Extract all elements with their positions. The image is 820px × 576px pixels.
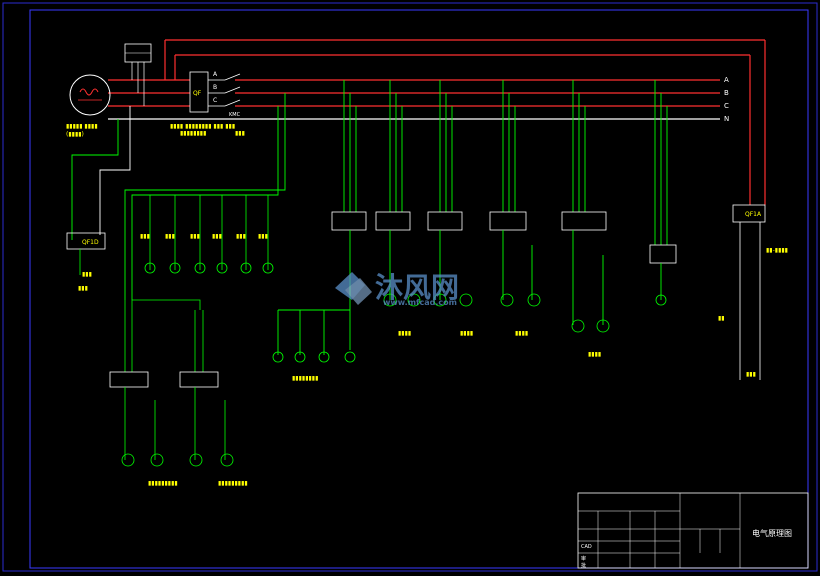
svg-text:(▮▮▮▮): (▮▮▮▮)	[66, 131, 84, 138]
electrical-schematic-canvas: A B C N ▮▮▮▮▮ ▮▮▮▮ (▮▮▮▮) QF A B C KMC ▮…	[2, 2, 818, 572]
svg-text:▮▮▮▮ ▮▮▮▮▮▮▮▮ ▮▮▮ ▮▮▮: ▮▮▮▮ ▮▮▮▮▮▮▮▮ ▮▮▮ ▮▮▮	[170, 123, 235, 130]
bus-labels: A B C N	[724, 76, 729, 123]
svg-text:▮▮▮: ▮▮▮	[258, 233, 268, 240]
svg-text:▮▮▮: ▮▮▮	[746, 371, 756, 378]
svg-text:▮▮▮: ▮▮▮	[140, 233, 150, 240]
starter-box-5	[561, 211, 607, 231]
main-switch-label-a: A	[213, 71, 218, 78]
title-block-row-cad: CAD	[581, 544, 592, 550]
bus-label-b: B	[724, 89, 729, 97]
main-breaker: QF A B C KMC ▮▮▮▮ ▮▮▮▮▮▮▮▮ ▮▮▮ ▮▮▮ ▮▮▮▮▮…	[170, 71, 245, 137]
svg-text:QF1A: QF1A	[745, 211, 762, 218]
svg-text:▮▮▮: ▮▮▮	[190, 233, 200, 240]
svg-text:▮▮-▮▮▮▮: ▮▮-▮▮▮▮	[766, 247, 788, 254]
watermark: 沐风网 www.mfcad.com	[335, 271, 459, 307]
title-block-row-approve: 批	[581, 562, 586, 569]
svg-text:▮▮▮: ▮▮▮	[212, 233, 222, 240]
title-block: 电气原理图 CAD 审 批	[577, 492, 809, 569]
energy-meter-icon: ▮▮▮▮▮ ▮▮▮▮ (▮▮▮▮)	[66, 74, 111, 138]
right-metering-branch: QF1A ▮▮-▮▮▮▮ ▮▮ ▮▮▮	[718, 204, 788, 380]
svg-text:▮▮▮▮: ▮▮▮▮	[460, 330, 473, 337]
svg-text:▮▮▮▮▮▮▮▮: ▮▮▮▮▮▮▮▮	[180, 130, 206, 137]
main-switch-label-c: C	[213, 97, 217, 104]
svg-text:▮▮: ▮▮	[718, 315, 725, 322]
main-breaker-label: QF	[193, 90, 202, 97]
svg-text:▮▮▮▮▮▮▮▮▮: ▮▮▮▮▮▮▮▮▮	[148, 480, 178, 487]
main-switch-label-b: B	[213, 84, 217, 91]
svg-text:▮▮▮▮: ▮▮▮▮	[588, 351, 601, 358]
svg-text:▮▮▮▮▮ ▮▮▮▮: ▮▮▮▮▮ ▮▮▮▮	[66, 123, 98, 130]
svg-text:▮▮▮: ▮▮▮	[165, 233, 175, 240]
svg-text:▮▮▮: ▮▮▮	[82, 271, 92, 278]
watermark-url: www.mfcad.com	[383, 298, 457, 307]
vfd-box-2	[179, 371, 219, 388]
starter-box-3	[427, 211, 463, 231]
svg-text:▮▮▮▮▮▮▮▮: ▮▮▮▮▮▮▮▮	[292, 375, 318, 382]
svg-text:▮▮▮▮▮▮▮▮▮: ▮▮▮▮▮▮▮▮▮	[218, 480, 248, 487]
neutral-contactor-label: KMC	[229, 112, 241, 118]
svg-text:▮▮▮▮: ▮▮▮▮	[398, 330, 411, 337]
starter-box-2	[375, 211, 411, 231]
bus-label-n: N	[724, 115, 729, 123]
terminal-block-icon	[124, 43, 152, 106]
svg-text:▮▮▮: ▮▮▮	[235, 130, 245, 137]
watermark-logo-icon	[335, 272, 372, 305]
starter-box-4	[489, 211, 527, 231]
starter-box-6	[649, 244, 677, 264]
title-block-title: 电气原理图	[752, 528, 792, 538]
svg-text:▮▮▮: ▮▮▮	[236, 233, 246, 240]
bus-label-c: C	[724, 102, 729, 110]
title-block-row-review: 审	[581, 555, 586, 562]
feeder-group-motors: ▮▮▮▮▮▮▮▮ ▮▮▮▮ ▮▮▮▮ ▮▮▮▮ ▮▮▮▮	[272, 80, 677, 382]
svg-text:▮▮▮: ▮▮▮	[78, 285, 88, 292]
bus-label-a: A	[724, 76, 729, 84]
lower-left-motor-group: ▮▮▮▮▮▮▮▮▮ ▮▮▮▮▮▮▮▮▮	[109, 299, 248, 487]
starter-box-1	[331, 211, 367, 231]
svg-text:▮▮▮▮: ▮▮▮▮	[515, 330, 528, 337]
svg-text:QF1D: QF1D	[82, 239, 99, 246]
vfd-box-1	[109, 371, 149, 388]
